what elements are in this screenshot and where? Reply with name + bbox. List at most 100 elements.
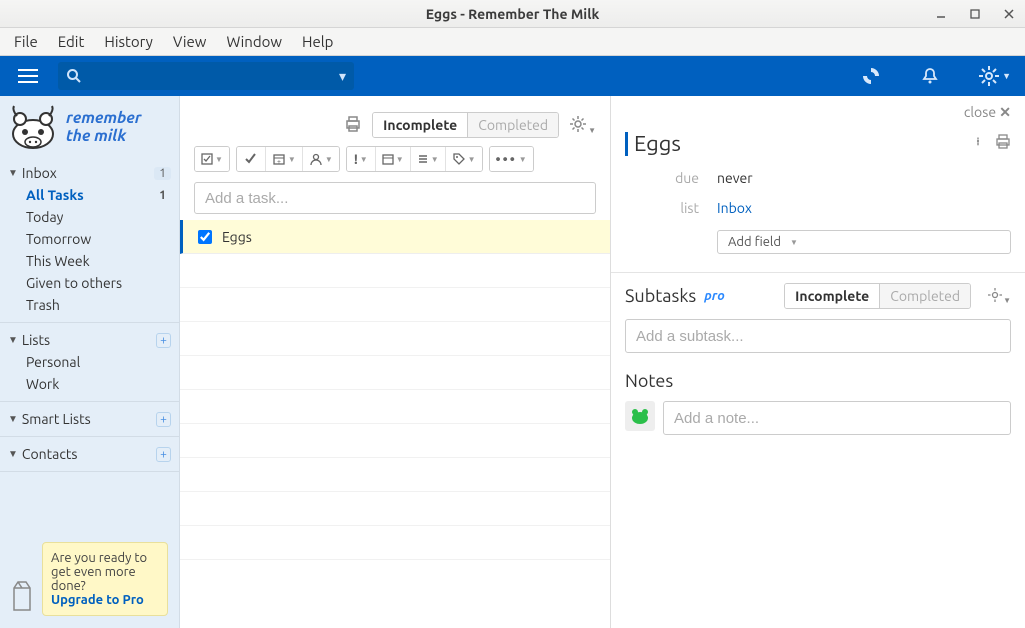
logo-line1: remember: [66, 110, 142, 128]
close-detail-button[interactable]: close ✕: [964, 104, 1011, 120]
list-tabs: Incomplete Completed: [372, 112, 559, 138]
field-list-value[interactable]: Inbox: [717, 200, 752, 216]
tab-completed[interactable]: Completed: [467, 113, 558, 137]
sidebar-section-smartlists[interactable]: ▼ Smart Lists +: [0, 408, 179, 430]
sidebar-section-inbox[interactable]: ▼ Inbox 1: [0, 162, 179, 184]
field-due-label: due: [625, 170, 717, 186]
upgrade-link[interactable]: Upgrade to Pro: [51, 593, 159, 607]
print-detail-icon[interactable]: [995, 134, 1011, 153]
sidebar-item-this-week[interactable]: This Week: [0, 250, 179, 272]
task-checkbox[interactable]: [198, 230, 212, 244]
chevron-down-icon: ▼: [8, 334, 18, 346]
cow-avatar-icon: [629, 405, 651, 427]
menu-history[interactable]: History: [96, 29, 161, 54]
menu-window[interactable]: Window: [218, 29, 290, 54]
hamburger-button[interactable]: [18, 69, 38, 83]
complete-button[interactable]: [237, 147, 265, 171]
list-settings-icon[interactable]: ▼: [569, 115, 596, 136]
chevron-down-icon: ▼: [8, 448, 18, 460]
info-icon[interactable]: [971, 134, 985, 153]
add-contact-button[interactable]: +: [156, 447, 171, 462]
priority-button[interactable]: !▼: [347, 147, 375, 171]
add-list-button[interactable]: +: [156, 333, 171, 348]
bulk-toolbar: ▼ +▼ ▼ !▼ ▼ ▼ ▼ •••▼: [180, 146, 610, 182]
sidebar-item-personal[interactable]: Personal: [0, 351, 179, 373]
sidebar-item-label: Work: [26, 376, 59, 392]
svg-text:+: +: [277, 158, 281, 166]
subtask-tab-incomplete[interactable]: Incomplete: [785, 284, 879, 308]
sidebar-item-trash[interactable]: Trash: [0, 294, 179, 316]
search-icon: [66, 68, 82, 84]
sidebar-item-today[interactable]: Today: [0, 206, 179, 228]
add-task-input[interactable]: [194, 182, 596, 214]
sidebar-item-work[interactable]: Work: [0, 373, 179, 395]
settings-icon[interactable]: ▼: [978, 65, 1011, 87]
add-subtask-input[interactable]: [625, 319, 1011, 353]
pro-badge: pro: [704, 289, 724, 303]
chevron-down-icon: ▼: [8, 413, 18, 425]
window-close-button[interactable]: [999, 4, 1019, 24]
user-avatar: [625, 401, 655, 431]
list-move-button[interactable]: ▼: [410, 147, 445, 171]
sync-icon[interactable]: [860, 65, 882, 87]
subtask-settings-icon[interactable]: ▼: [987, 287, 1011, 306]
sidebar-contacts-label: Contacts: [22, 446, 78, 462]
sidebar-item-all-tasks[interactable]: All Tasks 1: [0, 184, 179, 206]
sidebar: rememberthe milk ▼ Inbox 1 All Tasks 1 T…: [0, 96, 180, 628]
print-icon[interactable]: [344, 115, 362, 136]
assign-button[interactable]: ▼: [302, 147, 339, 171]
task-row[interactable]: Eggs: [180, 220, 610, 254]
task-detail-pane: close ✕ Eggs due never list Inbox Add fi…: [611, 96, 1025, 628]
menu-file[interactable]: File: [6, 29, 46, 54]
sidebar-item-label: This Week: [26, 253, 90, 269]
task-title: Eggs: [222, 229, 252, 245]
task-row-empty: [180, 390, 610, 424]
field-due-value[interactable]: never: [717, 170, 753, 186]
search-input[interactable]: ▾: [58, 62, 354, 90]
notes-heading: Notes: [625, 371, 673, 391]
sidebar-section-contacts[interactable]: ▼ Contacts +: [0, 443, 179, 465]
due-button[interactable]: ▼: [375, 147, 410, 171]
menu-edit[interactable]: Edit: [50, 29, 93, 54]
search-dropdown-icon[interactable]: ▾: [339, 68, 346, 85]
task-row-empty: [180, 322, 610, 356]
tab-incomplete[interactable]: Incomplete: [373, 113, 467, 137]
task-list-pane: Incomplete Completed ▼ ▼ +▼ ▼ !▼ ▼ ▼ ▼ •…: [180, 96, 611, 628]
add-note-input[interactable]: [663, 401, 1011, 435]
task-row-empty: [180, 254, 610, 288]
sidebar-item-label: Given to others: [26, 275, 122, 291]
window-maximize-button[interactable]: [965, 4, 985, 24]
window-title: Eggs - Remember The Milk: [0, 6, 1025, 22]
window-titlebar: Eggs - Remember The Milk: [0, 0, 1025, 28]
task-row-empty: [180, 526, 610, 560]
task-row-empty: [180, 356, 610, 390]
app-topbar: ▾ ▼: [0, 56, 1025, 96]
tag-button[interactable]: ▼: [445, 147, 482, 171]
sidebar-item-tomorrow[interactable]: Tomorrow: [0, 228, 179, 250]
upgrade-callout: Are you ready to get even more done? Upg…: [42, 542, 168, 616]
postpone-button[interactable]: +▼: [265, 147, 302, 171]
window-minimize-button[interactable]: [931, 4, 951, 24]
notifications-icon[interactable]: [920, 66, 940, 86]
menubar: File Edit History View Window Help: [0, 28, 1025, 56]
sidebar-item-label: Today: [26, 209, 63, 225]
add-field-button[interactable]: Add field: [717, 230, 1011, 254]
sidebar-item-given[interactable]: Given to others: [0, 272, 179, 294]
subtask-tab-completed[interactable]: Completed: [879, 284, 970, 308]
task-row-empty: [180, 424, 610, 458]
subtasks-heading: Subtasks: [625, 286, 696, 306]
priority-bar: [625, 132, 628, 156]
sidebar-section-lists[interactable]: ▼ Lists +: [0, 329, 179, 351]
task-row-empty: [180, 492, 610, 526]
more-actions-button[interactable]: •••▼: [490, 147, 533, 171]
select-all-button[interactable]: ▼: [195, 147, 229, 171]
add-smartlist-button[interactable]: +: [156, 412, 171, 427]
menu-help[interactable]: Help: [294, 29, 341, 54]
all-tasks-count: 1: [154, 189, 171, 202]
detail-title[interactable]: Eggs: [634, 131, 971, 156]
menu-view[interactable]: View: [165, 29, 215, 54]
milk-carton-icon: [8, 580, 36, 614]
sidebar-item-label: Personal: [26, 354, 80, 370]
chevron-down-icon: ▼: [8, 167, 18, 179]
inbox-count: 1: [154, 167, 171, 180]
